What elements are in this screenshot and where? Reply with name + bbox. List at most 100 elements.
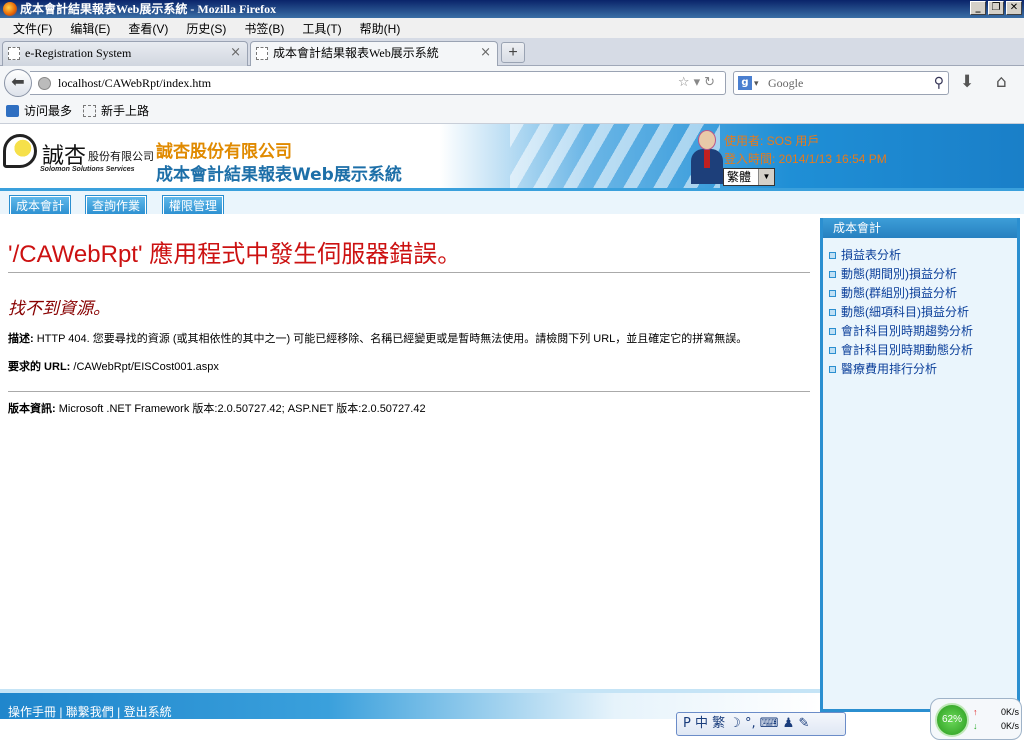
download-icon[interactable]: ⬇	[960, 72, 974, 92]
tab-cost-report[interactable]: 成本會計結果報表Web展示系統 ×	[250, 41, 498, 67]
upload-speed: 0K/s	[1000, 707, 1019, 717]
network-monitor[interactable]: 62% ↑ 0K/s ↓ 0K/s	[930, 698, 1022, 740]
ime-toolbar[interactable]: P 中 繁 ☽ °, ⌨ ♟ ✎	[676, 712, 846, 736]
home-icon[interactable]: ⌂	[996, 72, 1007, 92]
arrow-up-icon: ↑	[973, 707, 978, 717]
window-title: 成本會計結果報表Web展示系統 - Mozilla Firefox	[20, 2, 277, 16]
sidebar: 成本會計 損益表分析 動態(期間別)損益分析 動態(群組別)損益分析 動態(細項…	[820, 218, 1020, 712]
close-tab-icon[interactable]: ×	[230, 42, 241, 64]
menu-help[interactable]: 帮助(H)	[351, 20, 410, 37]
version-text: Microsoft .NET Framework 版本:2.0.50727.42…	[58, 403, 426, 415]
error-description: 描述: HTTP 404. 您要尋找的資源 (或其相依性的其中之一) 可能已經移…	[8, 330, 747, 346]
footer-top-bar	[0, 689, 820, 693]
menu-file[interactable]: 文件(F)	[4, 20, 61, 37]
tab-e-registration[interactable]: e-Registration System ×	[2, 41, 248, 66]
bullet-icon	[829, 328, 836, 335]
download-speed: 0K/s	[1000, 721, 1019, 731]
sidebar-item-label: 損益表分析	[841, 248, 902, 262]
error-subtitle: 找不到資源。	[8, 299, 110, 318]
menu-tools[interactable]: 工具(T)	[293, 20, 350, 37]
system-name: 成本會計結果報表Web展示系統	[156, 165, 402, 185]
error-url: 要求的 URL: /CAWebRpt/EISCost001.aspx	[8, 358, 219, 374]
google-icon[interactable]: g	[738, 76, 752, 90]
bullet-icon	[829, 309, 836, 316]
url-value: /CAWebRpt/EISCost001.aspx	[73, 361, 219, 373]
nav-query[interactable]: 查詢作業	[84, 195, 148, 217]
close-window-button[interactable]: ✕	[1006, 1, 1022, 15]
main-content: '/CAWebRpt' 應用程式中發生伺服器錯誤。 找不到資源。 描述: HTT…	[0, 214, 818, 689]
tab-label: e-Registration System	[25, 46, 132, 60]
minimize-button[interactable]: _	[970, 1, 986, 15]
bookmark-label: 访问最多	[24, 104, 73, 118]
download-row: ↓ 0K/s	[973, 721, 1019, 731]
site-nav: 成本會計 查詢作業 權限管理	[0, 188, 1024, 217]
bullet-icon	[829, 347, 836, 354]
menu-view[interactable]: 查看(V)	[119, 20, 177, 37]
chevron-down-icon[interactable]: ▼	[758, 169, 774, 185]
login-time: 登入時間: 2014/1/13 16:54 PM	[724, 152, 887, 166]
sidebar-item-medical-ranking[interactable]: 醫療費用排行分析	[823, 360, 1017, 379]
sidebar-item-group-pl[interactable]: 動態(群組別)損益分析	[823, 284, 1017, 303]
bullet-icon	[829, 290, 836, 297]
page-icon	[256, 47, 268, 60]
user-info: 使用者: SOS 用戶 登入時間: 2014/1/13 16:54 PM	[724, 132, 887, 168]
footer-links[interactable]: 操作手冊 | 聯繫我們 | 登出系統	[8, 703, 172, 720]
address-bar[interactable]: localhost/CAWebRpt/index.htm ☆▾↻	[30, 71, 726, 95]
search-box[interactable]: g ▾ Google ⚲	[733, 71, 949, 95]
sidebar-item-label: 醫療費用排行分析	[841, 362, 938, 376]
sidebar-item-income-statement[interactable]: 損益表分析	[823, 246, 1017, 265]
page-icon	[83, 105, 96, 117]
sidebar-item-label: 動態(期間別)損益分析	[841, 267, 957, 281]
magnifier-icon[interactable]: ⚲	[934, 72, 944, 94]
sidebar-item-account-dynamic[interactable]: 會計科目別時期動態分析	[823, 341, 1017, 360]
header-stripes	[510, 124, 720, 188]
window-titlebar: 成本會計結果報表Web展示系統 - Mozilla Firefox _ ❐ ✕	[0, 0, 1024, 18]
web-page: 誠杏 股份有限公司 Solomon Solutions Services 誠杏股…	[0, 124, 1024, 742]
back-button[interactable]: ⬅	[4, 69, 32, 97]
menu-edit[interactable]: 编辑(E)	[61, 20, 119, 37]
sidebar-item-account-trend[interactable]: 會計科目別時期趨勢分析	[823, 322, 1017, 341]
bookmark-star-icon[interactable]: ☆▾↻	[678, 72, 719, 94]
menu-history[interactable]: 历史(S)	[177, 20, 235, 37]
error-title: '/CAWebRpt' 應用程式中發生伺服器錯誤。	[8, 241, 462, 268]
close-tab-icon[interactable]: ×	[480, 42, 491, 64]
upload-row: ↑ 0K/s	[973, 707, 1019, 717]
address-url: localhost/CAWebRpt/index.htm	[58, 76, 212, 90]
nav-permissions[interactable]: 權限管理	[161, 195, 225, 217]
nav-cost-accounting[interactable]: 成本會計	[8, 195, 72, 217]
firefox-icon	[3, 2, 17, 16]
company-name: 誠杏股份有限公司	[156, 142, 292, 162]
most-visited-icon	[6, 105, 19, 117]
menu-bar: 文件(F) 编辑(E) 查看(V) 历史(S) 书签(B) 工具(T) 帮助(H…	[0, 18, 1024, 38]
new-tab-button[interactable]: +	[501, 42, 525, 63]
bookmark-most-visited[interactable]: 访问最多	[4, 99, 72, 123]
version-label: 版本資訊:	[8, 403, 56, 415]
tab-label: 成本會計結果報表Web展示系統	[273, 46, 439, 60]
bookmark-label: 新手上路	[101, 104, 150, 118]
sidebar-item-label: 會計科目別時期趨勢分析	[841, 324, 974, 338]
sidebar-item-label: 動態(細項科目)損益分析	[841, 305, 969, 319]
site-header: 誠杏 股份有限公司 Solomon Solutions Services 誠杏股…	[0, 124, 1024, 188]
description-label: 描述:	[8, 333, 34, 345]
restore-button[interactable]: ❐	[988, 1, 1004, 15]
logo-subtext: 股份有限公司	[88, 151, 154, 163]
search-engine-dropdown-icon[interactable]: ▾	[754, 72, 759, 94]
navigation-toolbar: localhost/CAWebRpt/index.htm ☆▾↻ ⬅ g ▾ G…	[0, 66, 1024, 99]
bullet-icon	[829, 252, 836, 259]
logo-mark-icon	[3, 134, 37, 168]
sidebar-item-detail-pl[interactable]: 動態(細項科目)損益分析	[823, 303, 1017, 322]
menu-bookmarks[interactable]: 书签(B)	[235, 20, 293, 37]
sidebar-title: 成本會計	[823, 218, 1017, 238]
page-icon	[8, 47, 20, 60]
bookmark-getting-started[interactable]: 新手上路	[81, 99, 149, 123]
bullet-icon	[829, 366, 836, 373]
divider	[8, 272, 810, 273]
language-select[interactable]: 繁體 ▼	[723, 168, 775, 186]
divider	[8, 391, 810, 392]
user-avatar-icon	[690, 130, 723, 184]
url-label: 要求的 URL:	[8, 361, 71, 373]
logo-english: Solomon Solutions Services	[40, 166, 135, 173]
user-label: 使用者: SOS 用戶	[724, 134, 820, 148]
sidebar-item-period-pl[interactable]: 動態(期間別)損益分析	[823, 265, 1017, 284]
globe-icon	[38, 77, 51, 90]
